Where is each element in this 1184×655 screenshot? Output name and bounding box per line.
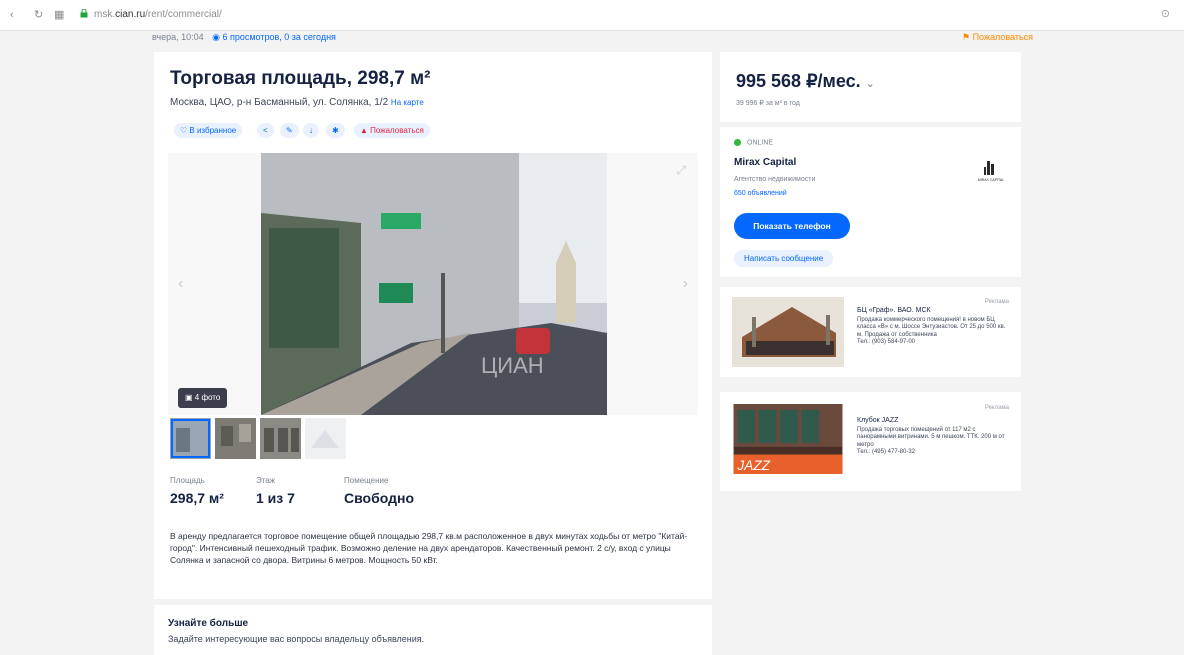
photo-count-button[interactable]: ▣ 4 фото: [178, 388, 228, 408]
agent-type: Агентство недвижимости: [734, 176, 816, 183]
chevron-down-icon[interactable]: ⌄: [866, 78, 875, 90]
ad-phone: Тел.: (495) 477-80-32: [857, 449, 915, 455]
gallery-next-icon[interactable]: ›: [683, 275, 688, 293]
views-text: 6 просмотров, 0 за сегодня: [222, 32, 336, 42]
stat-label: Помещение: [344, 476, 389, 485]
ad-tag: Реклама: [984, 299, 1009, 305]
photo-watermark: ЦИАН: [481, 353, 544, 378]
ad-image[interactable]: JAZZ: [732, 404, 844, 474]
agent-ads-link[interactable]: 650 объявлений: [734, 190, 787, 197]
stat-premises: Помещение Свободно: [344, 476, 414, 506]
report-label: Пожаловаться: [370, 126, 424, 135]
tabs-grid-icon[interactable]: ▦: [54, 8, 64, 22]
ad-text: Клубок JAZZ Продажа торговых помещений о…: [857, 417, 1007, 457]
refresh-icon[interactable]: ↻: [34, 8, 43, 22]
lock-icon: [80, 9, 88, 18]
stat-floor: Этаж 1 из 7: [256, 476, 295, 506]
browser-menu-icon[interactable]: ⊙: [1161, 7, 1170, 20]
price-card: 995 568 ₽/мес. ⌄ 39 996 ₽ за м² в год: [720, 52, 1021, 122]
listing-card: Торговая площадь, 298,7 м² Москва, ЦАО, …: [154, 52, 712, 655]
edit-icon[interactable]: ✎: [280, 123, 299, 138]
views-counter[interactable]: ◉ 6 просмотров, 0 за сегодня: [212, 32, 336, 42]
listing-title: Торговая площадь, 298,7 м²: [170, 68, 431, 89]
ad-card[interactable]: Реклама JAZZ Клубок JAZZ Продажа торговы…: [720, 392, 1021, 491]
ad-card[interactable]: Реклама БЦ «Граф». ВАО. МСК Продажа комм…: [720, 287, 1021, 377]
favorite-button[interactable]: ♡ В избранное: [174, 123, 243, 138]
url-domain: cian.ru: [115, 9, 146, 20]
favorite-label: В избранное: [189, 126, 237, 135]
status-text: ONLINE: [747, 139, 774, 147]
listing-description: В аренду предлагается торговое помещение…: [170, 531, 688, 565]
send-message-button[interactable]: Написать сообщение: [734, 250, 834, 267]
thumbnail[interactable]: [305, 418, 346, 459]
ad-image[interactable]: [732, 297, 844, 367]
show-phone-button[interactable]: Показать телефон: [734, 213, 850, 239]
url-prefix: msk.: [94, 9, 116, 20]
address-text[interactable]: Москва, ЦАО, р-н Басманный, ул. Солянка,…: [170, 97, 388, 108]
download-icon[interactable]: ↓: [303, 123, 319, 138]
address-bar[interactable]: msk.cian.ru/rent/commercial/: [94, 8, 222, 22]
agent-logo[interactable]: MIRAX CAPITAL: [975, 159, 1007, 183]
learn-more-title: Узнайте больше: [168, 618, 249, 629]
share-icon[interactable]: <: [257, 123, 274, 138]
expand-icon[interactable]: ⤢: [676, 163, 686, 178]
back-icon[interactable]: ‹: [10, 8, 14, 22]
stat-label: Площадь: [170, 476, 205, 485]
url-path: /rent/commercial/: [145, 9, 222, 20]
section-divider: [154, 599, 712, 605]
price-per-m2: 39 996 ₽ за м² в год: [736, 100, 800, 107]
ad-body: Продажа коммерческого помещения! в новом…: [857, 316, 1006, 338]
agent-card: ONLINE Mirax Capital Агентство недвижимо…: [720, 127, 1021, 277]
thumbnail[interactable]: [260, 418, 301, 459]
complain-link[interactable]: ⚑ Пожаловаться: [962, 32, 1033, 43]
ad-text: БЦ «Граф». ВАО. МСК Продажа коммерческог…: [857, 307, 1007, 347]
stat-value: Свободно: [344, 490, 414, 506]
browser-toolbar: ‹ ↻ ▦ msk.cian.ru/rent/commercial/ ⊙: [0, 0, 1184, 31]
stat-value: 1 из 7: [256, 490, 295, 506]
settings-icon[interactable]: ✱: [326, 123, 345, 138]
report-button[interactable]: ▲ Пожаловаться: [354, 123, 430, 138]
stat-label: Этаж: [256, 476, 276, 485]
photo-count-label: 4 фото: [194, 393, 221, 402]
agent-logo-text: MIRAX CAPITAL: [978, 178, 1004, 182]
online-dot-icon: [734, 139, 741, 146]
stat-value: 298,7 м²: [170, 490, 224, 506]
price: 995 568 ₽/мес. ⌄: [736, 71, 875, 92]
price-value: 995 568 ₽/мес.: [736, 71, 861, 91]
gallery-prev-icon[interactable]: ‹: [178, 275, 183, 293]
listing-address: Москва, ЦАО, р-н Басманный, ул. Солянка,…: [170, 97, 424, 108]
main-photo[interactable]: ЦИАН: [261, 153, 607, 415]
online-status: ONLINE: [734, 139, 773, 146]
ad-tag: Реклама: [984, 405, 1009, 411]
complain-label: Пожаловаться: [972, 32, 1034, 42]
listing-date: вчера, 10:04: [152, 32, 204, 42]
stat-area: Площадь 298,7 м²: [170, 476, 224, 506]
agent-name[interactable]: Mirax Capital: [734, 157, 796, 168]
ad-phone: Тел.: (903) 584-97-00: [857, 339, 915, 345]
thumbnail[interactable]: [170, 418, 211, 459]
ad-title: БЦ «Граф». ВАО. МСК: [857, 307, 931, 314]
ad-banner-text: JAZZ: [736, 458, 770, 473]
thumbnail[interactable]: [215, 418, 256, 459]
learn-more-subtitle: Задайте интересующие вас вопросы владель…: [168, 634, 425, 644]
map-link[interactable]: На карте: [391, 98, 424, 107]
listing-meta: вчера, 10:04 ◉ 6 просмотров, 0 за сегодн…: [152, 32, 336, 43]
ad-title: Клубок JAZZ: [857, 417, 899, 424]
photo-gallery: ‹ › ⤢ ЦИАН ▣ 4 фото: [168, 153, 698, 415]
ad-body: Продажа торговых помещений от 117 м2 с п…: [857, 426, 1005, 448]
